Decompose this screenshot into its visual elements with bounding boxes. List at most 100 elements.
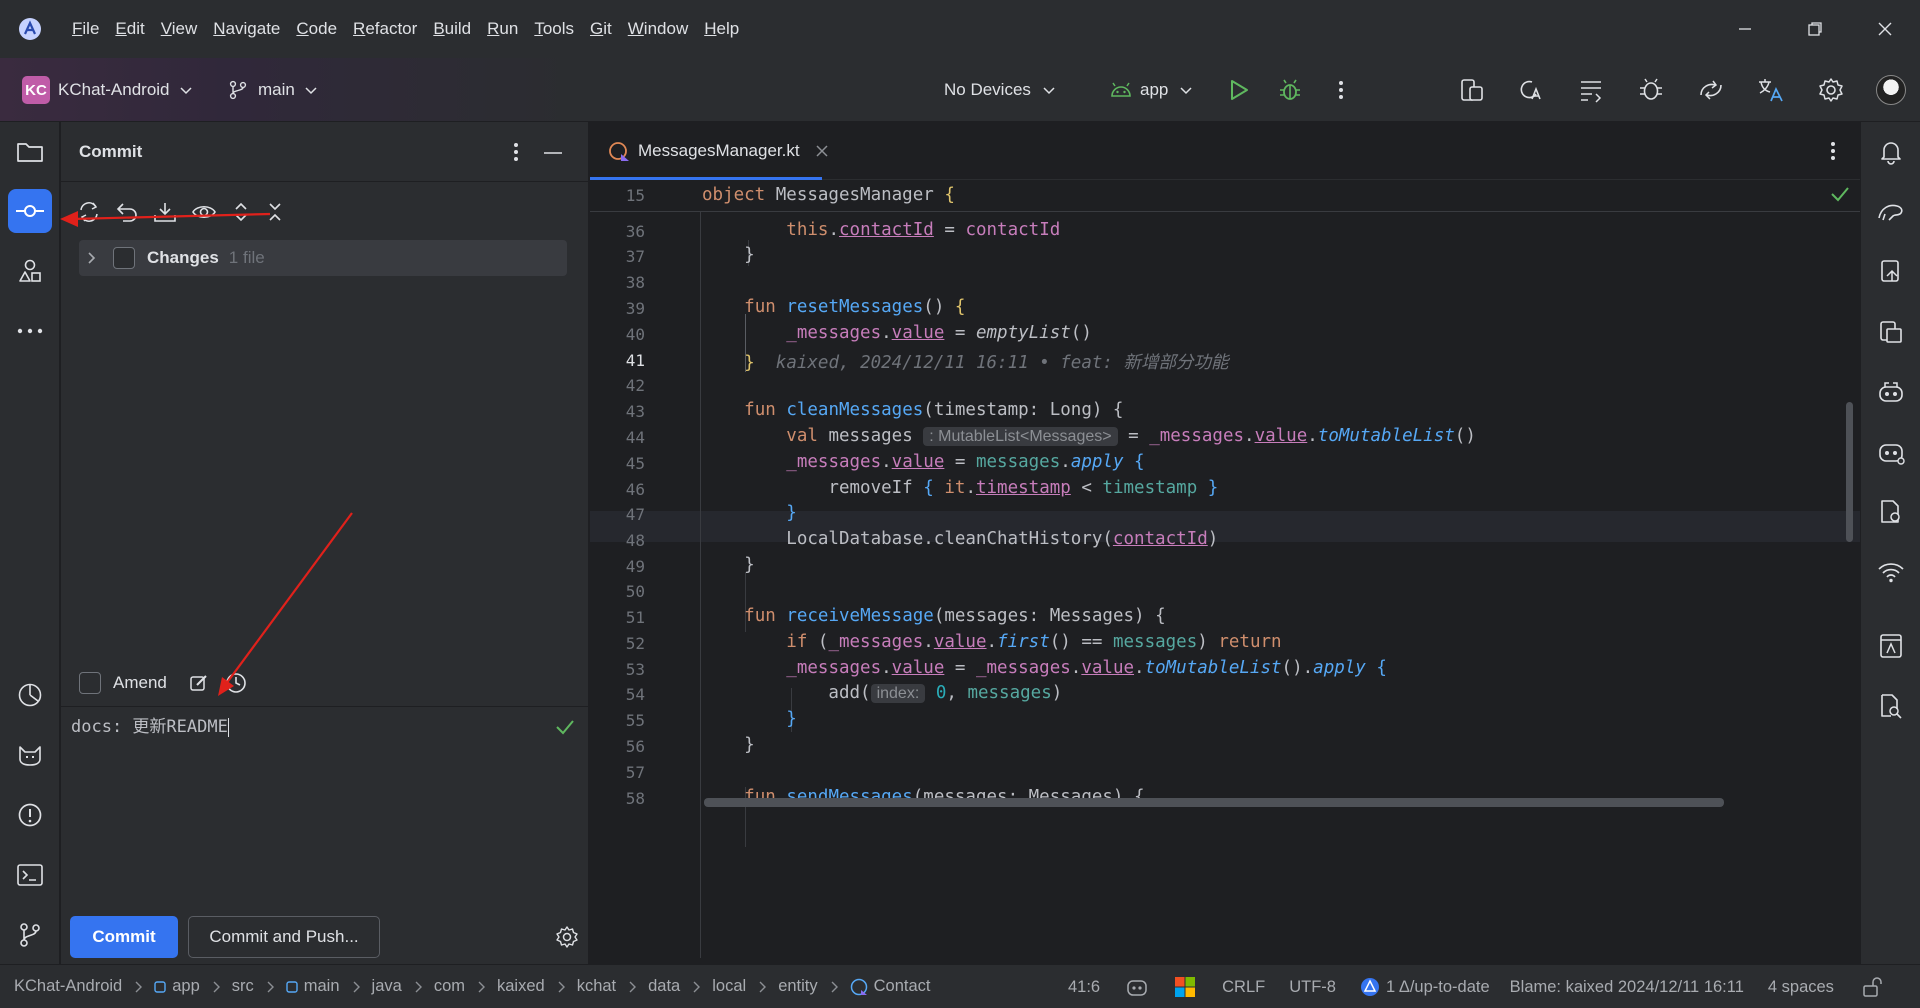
- caret-position[interactable]: 41:6: [1068, 978, 1100, 997]
- gradle-icon[interactable]: [1875, 196, 1907, 228]
- wifi-icon[interactable]: [1875, 556, 1907, 588]
- indent-setting[interactable]: 4 spaces: [1768, 978, 1834, 997]
- gear-icon[interactable]: [1814, 73, 1848, 107]
- breadcrumb-item[interactable]: local: [712, 977, 746, 996]
- restore-button[interactable]: [1780, 21, 1850, 37]
- horizontal-scrollbar[interactable]: [704, 798, 1724, 807]
- menu-git[interactable]: Git: [590, 19, 612, 39]
- breadcrumb-item[interactable]: kaixed: [497, 977, 545, 996]
- avatar[interactable]: [1876, 75, 1906, 105]
- project-folder-icon[interactable]: [8, 130, 52, 174]
- breadcrumb-item[interactable]: entity: [778, 977, 817, 996]
- menu-file[interactable]: File: [72, 19, 99, 39]
- changes-group-row[interactable]: Changes 1 file: [79, 240, 567, 276]
- commit-panel-title: Commit: [79, 142, 143, 161]
- collapse-all-icon[interactable]: [265, 201, 285, 223]
- blame-status[interactable]: Blame: kaixed 2024/12/11 16:11: [1510, 978, 1744, 997]
- file-inspect-icon[interactable]: [1875, 496, 1907, 528]
- project-selector[interactable]: KC KChat-Android: [22, 72, 192, 108]
- menu-build[interactable]: Build: [433, 19, 471, 39]
- hide-panel-icon[interactable]: [543, 151, 563, 155]
- commit-message-input[interactable]: docs: 更新README: [71, 712, 571, 912]
- breadcrumb-item[interactable]: java: [372, 977, 402, 996]
- translate-search-icon[interactable]: [1514, 73, 1548, 107]
- run-icon[interactable]: [1222, 73, 1256, 107]
- menu-run[interactable]: Run: [487, 19, 518, 39]
- changes-checkbox[interactable]: [113, 247, 135, 269]
- amend-checkbox[interactable]: [79, 672, 101, 694]
- debug-icon[interactable]: [1273, 73, 1307, 107]
- breadcrumb-item[interactable]: app: [172, 977, 200, 996]
- breadcrumb-item[interactable]: com: [434, 977, 465, 996]
- ai-assistant-icon[interactable]: [1126, 977, 1148, 997]
- terminal-icon[interactable]: [8, 853, 52, 897]
- close-window-button[interactable]: [1850, 21, 1920, 37]
- expand-all-icon[interactable]: [231, 201, 251, 223]
- git-icon[interactable]: [8, 913, 52, 957]
- breadcrumb-item[interactable]: src: [232, 977, 254, 996]
- chevron-down-icon: [305, 84, 317, 96]
- breadcrumb-item[interactable]: Contact: [874, 977, 931, 996]
- breadcrumb-item[interactable]: data: [648, 977, 680, 996]
- editor-options-icon[interactable]: [1830, 141, 1836, 161]
- resource-manager-icon[interactable]: [1875, 630, 1907, 662]
- breadcrumb-separator: [477, 981, 485, 993]
- device-file-explorer-icon[interactable]: [1875, 256, 1907, 288]
- line-separator[interactable]: CRLF: [1222, 978, 1265, 997]
- file-encoding[interactable]: UTF-8: [1289, 978, 1336, 997]
- menu-navigate[interactable]: Navigate: [213, 19, 280, 39]
- problems-icon[interactable]: [8, 793, 52, 837]
- breadcrumb-item[interactable]: main: [304, 977, 340, 996]
- device-manager-icon[interactable]: [1455, 73, 1489, 107]
- history-clock-icon[interactable]: [225, 672, 247, 694]
- copilot-icon[interactable]: [1875, 376, 1907, 408]
- vertical-scrollbar[interactable]: [1846, 402, 1853, 542]
- breadcrumb-item[interactable]: kchat: [577, 977, 616, 996]
- commit-options-gear-icon[interactable]: [555, 925, 579, 949]
- windows-logo-icon[interactable]: [1174, 976, 1196, 998]
- refresh-icon[interactable]: [77, 201, 101, 223]
- translate-icon[interactable]: [1754, 73, 1788, 107]
- commit-button[interactable]: Commit: [70, 916, 178, 958]
- lock-open-icon[interactable]: [1862, 976, 1882, 998]
- logcat-icon[interactable]: [8, 733, 52, 777]
- breadcrumb-item[interactable]: KChat-Android: [14, 977, 122, 996]
- minimize-button[interactable]: [1710, 21, 1780, 37]
- running-devices-icon[interactable]: [1875, 316, 1907, 348]
- close-tab-icon[interactable]: [816, 145, 828, 157]
- run-config-selector[interactable]: app: [1110, 72, 1192, 108]
- sync-icon[interactable]: [1694, 73, 1728, 107]
- profiler-icon[interactable]: [8, 673, 52, 717]
- editor-tab-bar: MessagesManager.kt: [590, 122, 1860, 180]
- code-line: add(index: 0, messages): [702, 683, 1063, 703]
- code-line: }: [702, 245, 755, 265]
- code-area[interactable]: 15 object MessagesManager { 353637383940…: [590, 182, 1860, 958]
- rollback-icon[interactable]: [115, 201, 139, 223]
- chevron-right-icon[interactable]: [85, 251, 97, 265]
- format-lines-icon[interactable]: [1574, 73, 1608, 107]
- menu-view[interactable]: View: [161, 19, 198, 39]
- more-vertical-icon[interactable]: [1324, 73, 1358, 107]
- branch-selector[interactable]: main: [228, 72, 317, 108]
- eye-icon[interactable]: [191, 201, 217, 223]
- menu-edit[interactable]: Edit: [115, 19, 144, 39]
- commit-tool-icon[interactable]: [8, 189, 52, 233]
- menu-window[interactable]: Window: [628, 19, 688, 39]
- bug-settings-icon[interactable]: [1634, 73, 1668, 107]
- editor-tab-messagesmanager[interactable]: MessagesManager.kt: [608, 122, 828, 180]
- shelve-icon[interactable]: [153, 201, 177, 223]
- notifications-bell-icon[interactable]: [1875, 136, 1907, 168]
- menu-help[interactable]: Help: [704, 19, 739, 39]
- vcs-status[interactable]: 1 Δ/up-to-date: [1386, 978, 1490, 997]
- edit-message-icon[interactable]: [189, 673, 209, 693]
- menu-code[interactable]: Code: [296, 19, 337, 39]
- more-tools-icon[interactable]: [8, 309, 52, 353]
- device-selector[interactable]: No Devices: [944, 72, 1055, 108]
- panel-options-icon[interactable]: [513, 142, 519, 162]
- menu-refactor[interactable]: Refactor: [353, 19, 417, 39]
- assistant-icon[interactable]: [1875, 436, 1907, 468]
- commit-and-push-button[interactable]: Commit and Push...: [188, 916, 380, 958]
- menu-tools[interactable]: Tools: [534, 19, 574, 39]
- file-search-icon[interactable]: [1875, 690, 1907, 722]
- structure-shapes-icon[interactable]: [8, 249, 52, 293]
